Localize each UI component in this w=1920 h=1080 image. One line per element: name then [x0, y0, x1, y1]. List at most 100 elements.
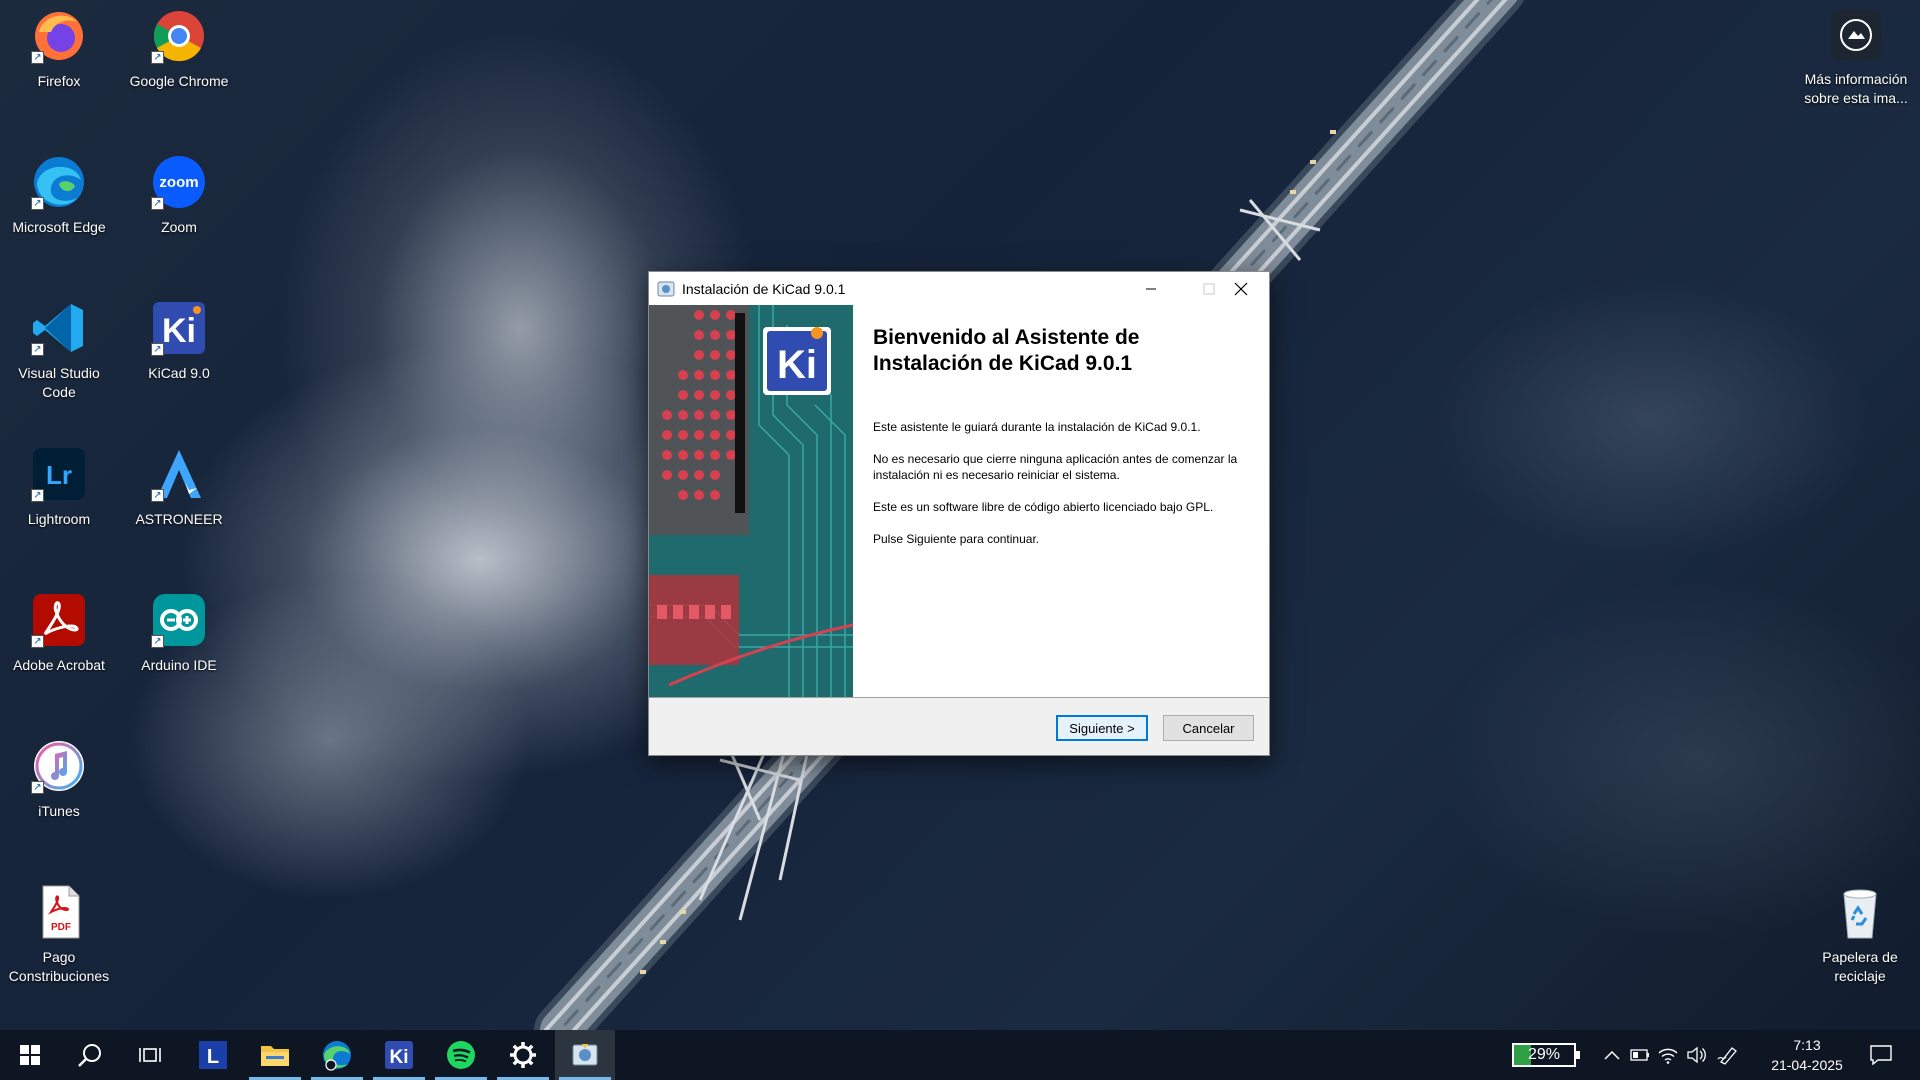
desktop-icon-label: Adobe Acrobat	[13, 657, 105, 673]
kicad-icon: Ki	[385, 1041, 413, 1069]
installer-paragraph: No es necesario que cierre ninguna aplic…	[873, 452, 1238, 482]
folder-icon	[261, 1046, 289, 1066]
pdf-file-icon: PDF	[29, 882, 89, 942]
pen-icon	[1717, 1047, 1737, 1065]
battery-tray-button[interactable]	[1626, 1049, 1654, 1061]
installer-icon	[572, 1044, 598, 1066]
chevron-up-icon	[1604, 1050, 1620, 1060]
installer-content: Bienvenido al Asistente de Instalación d…	[873, 305, 1253, 547]
taskbar-clock[interactable]: 7:13 21-04-2025	[1768, 1035, 1846, 1075]
desktop-icon-firefox[interactable]: ↗ Firefox	[3, 6, 115, 91]
desktop-icon-arduino[interactable]: ↗ Arduino IDE	[123, 590, 235, 675]
desktop-icon-vscode[interactable]: ↗ Visual Studio Code	[3, 298, 115, 402]
desktop-icon-kicad[interactable]: Ki ↗ KiCad 9.0	[123, 298, 235, 383]
kicad-icon: Ki ↗	[149, 298, 209, 358]
desktop-icon-zoom[interactable]: zoom ↗ Zoom	[123, 152, 235, 237]
spotlight-info-label: Más información sobre esta ima...	[1804, 71, 1908, 106]
desktop-icon-label: Google Chrome	[129, 73, 229, 89]
recycle-bin-icon	[1830, 882, 1890, 942]
installer-app-icon	[656, 279, 676, 299]
taskbar-app-kicad[interactable]: Ki	[369, 1030, 429, 1080]
minimize-button[interactable]	[1122, 272, 1180, 305]
desktop-icon-itunes[interactable]: ↗ iTunes	[3, 736, 115, 821]
system-tray	[1598, 1030, 1746, 1080]
desktop-icon-label: Lightroom	[27, 511, 91, 527]
taskbar-app-edge[interactable]	[307, 1030, 367, 1080]
windows-icon	[20, 1045, 40, 1065]
chrome-icon: ↗	[149, 6, 209, 66]
arduino-icon: ↗	[149, 590, 209, 650]
desktop-icon-label: Arduino IDE	[141, 657, 217, 673]
task-view-icon	[139, 1048, 161, 1062]
wifi-icon	[1658, 1048, 1678, 1064]
edge-icon: ↗	[29, 152, 89, 212]
svg-text:PDF: PDF	[51, 922, 71, 933]
lightroom-icon: Lr ↗	[29, 444, 89, 504]
itunes-icon: ↗	[29, 736, 89, 796]
desktop-icon-pdf-file[interactable]: PDF Pago Constribuciones	[3, 882, 115, 986]
installer-paragraph: Este es un software libre de código abie…	[873, 500, 1214, 514]
taskbar: L Ki 29% 7:13 21-04-2025	[0, 1030, 1920, 1080]
spotify-icon	[447, 1041, 475, 1069]
desktop-icon-acrobat[interactable]: ↗ Adobe Acrobat	[3, 590, 115, 675]
battery-indicator[interactable]: 29%	[1512, 1043, 1580, 1067]
search-icon	[78, 1044, 101, 1067]
desktop-icon-label: ASTRONEER	[135, 511, 223, 527]
installer-titlebar[interactable]: Instalación de KiCad 9.0.1	[649, 272, 1269, 305]
desktop-icon-label: Zoom	[161, 219, 197, 235]
wifi-button[interactable]	[1654, 1046, 1682, 1064]
clock-time: 7:13	[1793, 1037, 1821, 1053]
desktop-icon-astroneer[interactable]: ↗ ASTRONEER	[123, 444, 235, 529]
edge-beta-icon	[323, 1041, 351, 1071]
task-view-button[interactable]	[120, 1030, 180, 1080]
desktop-icon-label: Firefox	[37, 73, 81, 89]
clock-date: 21-04-2025	[1771, 1057, 1843, 1073]
search-button[interactable]	[60, 1030, 120, 1080]
volume-icon	[1687, 1046, 1706, 1064]
installer-heading: Bienvenido al Asistente de Instalación d…	[873, 326, 1140, 375]
start-button[interactable]	[0, 1030, 60, 1080]
notifications-button[interactable]	[1851, 1030, 1911, 1080]
svg-text:Ki: Ki	[777, 343, 817, 387]
acrobat-icon: ↗	[29, 590, 89, 650]
close-button[interactable]	[1212, 272, 1270, 305]
installer-title: Instalación de KiCad 9.0.1	[682, 280, 846, 297]
installer-paragraph: Pulse Siguiente para continuar.	[873, 532, 1040, 546]
next-button[interactable]: Siguiente >	[1056, 715, 1148, 741]
desktop-icon-chrome[interactable]: ↗ Google Chrome	[123, 6, 235, 91]
astroneer-icon: ↗	[149, 444, 209, 504]
svg-text:zoom: zoom	[159, 174, 198, 191]
zoom-icon: zoom ↗	[149, 152, 209, 212]
svg-text:Ki: Ki	[162, 312, 196, 350]
desktop-icon-label: Papelera de reciclaje	[1822, 949, 1898, 984]
volume-button[interactable]	[1682, 1046, 1710, 1064]
battery-percent-label: 29%	[1527, 1046, 1561, 1063]
lenovo-vantage-icon: L	[199, 1041, 227, 1069]
desktop-icon-label: Microsoft Edge	[12, 219, 106, 235]
installer-paragraph: Este asistente le guiará durante la inst…	[873, 420, 1201, 434]
battery-icon	[1630, 1049, 1649, 1061]
close-icon	[1234, 282, 1248, 295]
desktop-icon-edge[interactable]: ↗ Microsoft Edge	[3, 152, 115, 237]
show-hidden-icons-button[interactable]	[1598, 1050, 1626, 1060]
minimize-icon	[1146, 288, 1156, 289]
taskbar-app-lenovo[interactable]: L	[183, 1030, 243, 1080]
desktop-icon-label: iTunes	[38, 803, 80, 819]
taskbar-app-file-explorer[interactable]	[245, 1030, 305, 1080]
desktop-icon-lightroom[interactable]: Lr ↗ Lightroom	[3, 444, 115, 529]
taskbar-app-settings[interactable]	[493, 1030, 553, 1080]
desktop-icon-label: Pago Constribuciones	[8, 949, 110, 984]
firefox-icon: ↗	[29, 6, 89, 66]
installer-body: Ki Bienvenido al Asistente de Instalació…	[649, 305, 1269, 697]
taskbar-app-kicad-installer[interactable]	[555, 1030, 615, 1080]
desktop-icon-recycle-bin[interactable]: Papelera de reciclaje	[1804, 882, 1916, 986]
spotlight-info-icon[interactable]: Más información sobre esta ima...	[1796, 10, 1916, 108]
gear-icon	[510, 1042, 536, 1068]
cancel-button[interactable]: Cancelar	[1163, 715, 1254, 741]
pen-workspace-button[interactable]	[1710, 1045, 1746, 1065]
desktop-icon-label: Visual Studio Code	[18, 365, 100, 400]
svg-text:L: L	[207, 1046, 219, 1068]
installer-banner-image: Ki	[649, 305, 853, 697]
notification-icon	[1870, 1045, 1892, 1065]
taskbar-app-spotify[interactable]	[431, 1030, 491, 1080]
